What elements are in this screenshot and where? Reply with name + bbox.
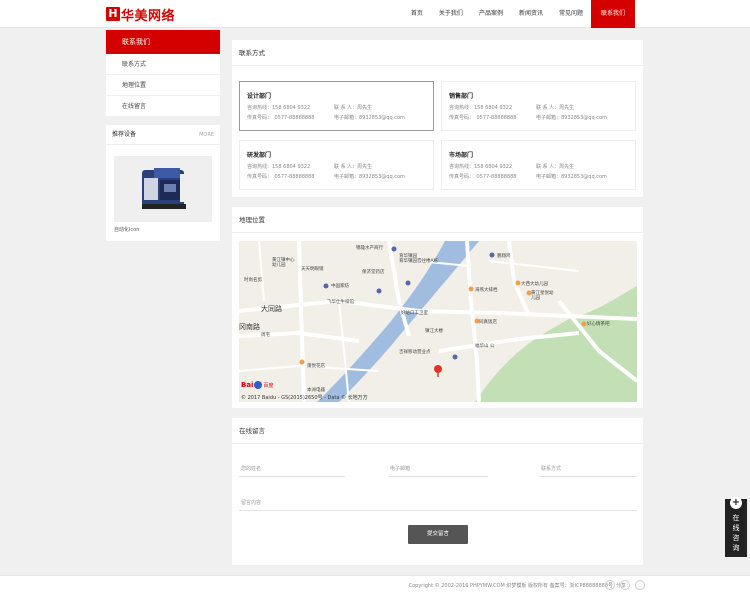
map-label: 好站口工卫室 xyxy=(401,311,428,316)
recommend-box: 推荐设备 MORE 自动化icon xyxy=(106,125,220,241)
product-caption[interactable]: 自动化icon xyxy=(114,226,139,233)
map-label: 飞华仕牛排馆 xyxy=(327,300,354,305)
dept-email: 电子邮箱：8932853@qq.com xyxy=(334,115,405,121)
map-label: 中国家纺 xyxy=(331,284,349,289)
message-panel: 在线留言 您的姓名 电子邮箱 联系方式 留言内容 提交留言 xyxy=(232,418,643,565)
nav-news[interactable]: 新闻资讯 xyxy=(511,0,551,28)
dept-email: 电子邮箱：8932853@qq.com xyxy=(536,115,607,121)
nav-contact[interactable]: 联系我们 xyxy=(590,0,635,28)
dept-phone: 咨询热线：158 6804 9322 xyxy=(449,105,513,111)
logo-mark: H xyxy=(106,7,120,21)
baidu-logo: Bai 百度 xyxy=(241,381,273,389)
dept-email: 电子邮箱：8932853@qq.com xyxy=(334,174,405,180)
dept-fax: 传真号码： 0577-88888888 xyxy=(247,115,315,121)
online-consult-widget[interactable]: + 在线咨询 xyxy=(725,497,747,557)
map-label: 福华山 公 xyxy=(475,344,495,349)
dept-email: 电子邮箱：8932853@qq.com xyxy=(536,174,607,180)
map-attribution: © 2017 Baidu - GS(2015)2650号 - Data © 长地… xyxy=(241,395,368,401)
share-qq-icon[interactable] xyxy=(635,580,645,590)
message-title: 在线留言 xyxy=(232,418,643,444)
sidebar-item-message[interactable]: 在线留言 xyxy=(106,96,220,117)
location-title: 地理位置 xyxy=(232,207,643,233)
map-label: 大西大幼儿园 xyxy=(521,282,548,287)
dept-name: 设计部门 xyxy=(247,93,272,100)
content-textarea[interactable]: 留言内容 xyxy=(239,497,637,511)
dept-contact: 联 系 人：周先生 xyxy=(536,105,575,111)
recommend-header: 推荐设备 MORE xyxy=(106,125,220,145)
dept-fax: 传真号码： 0577-88888888 xyxy=(247,174,315,180)
map-label: 黄江星悦幼儿园 xyxy=(531,291,554,301)
map-label: 锦雄水产商行 xyxy=(356,246,383,251)
map-label: 保济堂药店 xyxy=(362,270,385,275)
product-image[interactable] xyxy=(114,156,212,222)
sidebar-item-contact-info[interactable]: 联系方式 xyxy=(106,54,220,75)
map-label: 冈南路 xyxy=(239,323,260,331)
dept-contact: 联 系 人：周先生 xyxy=(334,164,373,170)
dept-phone: 咨询热线：158 6804 9322 xyxy=(449,164,513,170)
logo-text: 华美网络 xyxy=(121,8,176,24)
map-label: 吉祥移动营业点 xyxy=(399,350,431,355)
dept-contact: 联 系 人：周先生 xyxy=(536,164,575,170)
baidu-logo-suffix: 百度 xyxy=(263,382,274,389)
phone-input[interactable]: 联系方式 xyxy=(539,463,637,477)
location-panel: 地理位置 锦雄水产商行 黄江镇中心幼儿园 天天明眼镜 保济堂药店 育华镇园 育华… xyxy=(232,207,643,408)
map-label: 黄江镇中心幼儿园 xyxy=(272,258,295,268)
name-input[interactable]: 您的姓名 xyxy=(239,463,345,477)
map-label: 好心情茶吧 xyxy=(587,322,610,327)
share-weibo-icon[interactable] xyxy=(605,580,615,590)
recommend-more-link[interactable]: MORE xyxy=(199,125,214,144)
map-canvas xyxy=(239,241,637,402)
copyright-text: Copyright © 2002-2016 PHPYMW.COM 织梦模板 版权… xyxy=(408,583,613,589)
dept-name: 销售部门 xyxy=(449,93,474,100)
dept-fax: 传真号码： 0577-88888888 xyxy=(449,174,517,180)
map-label: 镇江大楼 xyxy=(425,329,443,334)
baidu-logo-text: Bai xyxy=(241,381,254,389)
email-input[interactable]: 电子邮箱 xyxy=(388,463,488,477)
dept-contact: 联 系 人：周先生 xyxy=(334,105,373,111)
dept-phone: 咨询热线：158 6804 9322 xyxy=(247,164,311,170)
dept-phone: 咨询热线：158 6804 9322 xyxy=(247,105,311,111)
paw-icon xyxy=(254,381,263,389)
sidebar-item-location[interactable]: 地理位置 xyxy=(106,75,220,96)
main-nav: 首页 关于我们 产品案例 新闻资讯 常见问题 联系我们 xyxy=(403,0,635,28)
dept-card-sales[interactable]: 销售部门 咨询热线：158 6804 9322 联 系 人：周先生 传真号码： 0… xyxy=(441,81,636,131)
contact-title: 联系方式 xyxy=(232,40,643,66)
map-label: 周宅 xyxy=(261,333,270,338)
map-label: 本洲电器 xyxy=(307,388,325,393)
site-header: H 华美网络 首页 关于我们 产品案例 新闻资讯 常见问题 联系我们 xyxy=(0,0,750,28)
contact-panel: 联系方式 设计部门 咨询热线：158 6804 9322 联 系 人：周先生 传真… xyxy=(232,40,643,197)
machine-image xyxy=(142,168,186,209)
map-label: 鹏翔鸡 xyxy=(497,254,511,259)
share-wechat-icon[interactable] xyxy=(620,580,630,590)
submit-button[interactable]: 提交留言 xyxy=(408,525,468,544)
map-label: 蓬悦花店 xyxy=(307,364,325,369)
map-label: 同真饭店 xyxy=(479,320,497,325)
dept-name: 研发部门 xyxy=(247,152,272,159)
map-label: 育华镇园音往楼A栋 xyxy=(399,259,439,264)
map-view[interactable]: 锦雄水产商行 黄江镇中心幼儿园 天天明眼镜 保济堂药店 育华镇园 育华镇园音往楼… xyxy=(239,241,637,402)
map-label: 大同路 xyxy=(261,305,282,313)
dept-fax: 传真号码： 0577-88888888 xyxy=(449,115,517,121)
online-consult-label: 在线咨询 xyxy=(732,514,740,552)
nav-home[interactable]: 首页 xyxy=(403,0,431,28)
dept-card-market[interactable]: 市场部门 咨询热线：158 6804 9322 联 系 人：周先生 传真号码： 0… xyxy=(441,140,636,190)
map-label: 天天明眼镜 xyxy=(301,267,324,272)
dept-name: 市场部门 xyxy=(449,152,474,159)
sidebar-menu: 联系我们 联系方式 地理位置 在线留言 xyxy=(106,30,220,117)
sidebar-heading: 联系我们 xyxy=(106,30,220,54)
nav-about[interactable]: 关于我们 xyxy=(431,0,471,28)
site-footer: Copyright © 2002-2016 PHPYMW.COM 织梦模板 版权… xyxy=(0,575,750,595)
recommend-title: 推荐设备 xyxy=(112,131,137,138)
nav-faq[interactable]: 常见问题 xyxy=(551,0,591,28)
plus-icon: + xyxy=(730,497,742,509)
site-logo[interactable]: H 华美网络 xyxy=(106,6,176,24)
map-label: 海燕大排档 xyxy=(475,288,498,293)
dept-card-design[interactable]: 设计部门 咨询热线：158 6804 9322 联 系 人：周先生 传真号码： 0… xyxy=(239,81,434,131)
dept-card-rnd[interactable]: 研发部门 咨询热线：158 6804 9322 联 系 人：周先生 传真号码： 0… xyxy=(239,140,434,190)
map-label: 时尚名剪 xyxy=(244,278,262,283)
nav-products[interactable]: 产品案例 xyxy=(471,0,511,28)
